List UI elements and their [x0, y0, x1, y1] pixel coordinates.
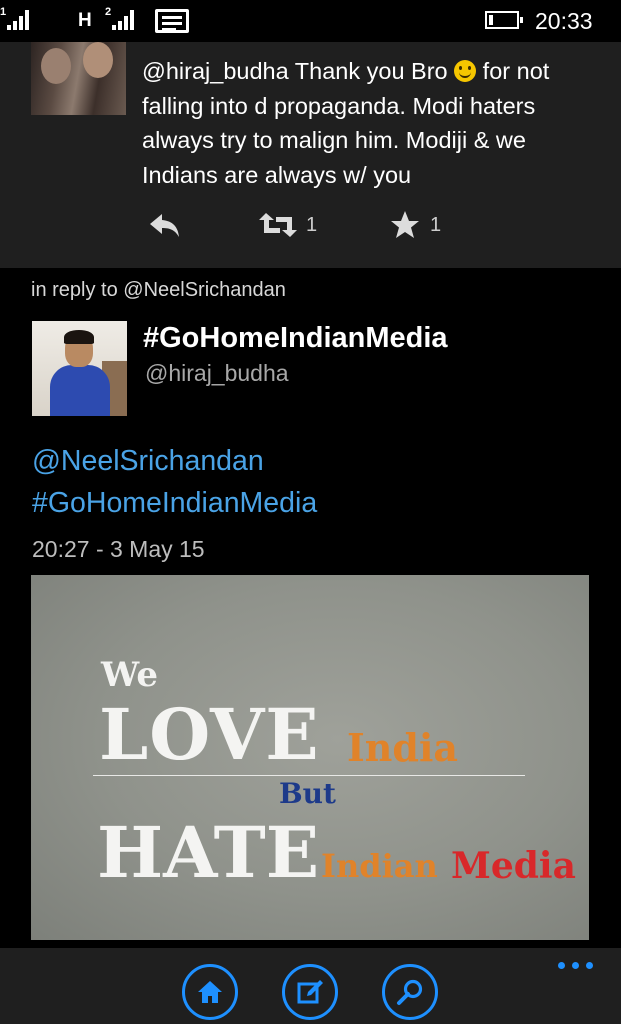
- reply-button[interactable]: [148, 210, 182, 244]
- compose-icon: [297, 980, 323, 1004]
- display-name[interactable]: #GoHomeIndianMedia: [143, 322, 448, 355]
- image-text: But: [279, 777, 336, 810]
- tweet-text: @hiraj_budha Thank you Bro for not falli…: [142, 54, 602, 192]
- favorite-count: 1: [430, 214, 442, 236]
- app-bar: [0, 948, 621, 1024]
- favorite-button[interactable]: 1: [390, 210, 441, 244]
- reply-icon: [150, 214, 179, 237]
- tweet-media-image[interactable]: We LOVE India But HATE Indian Media: [31, 575, 589, 940]
- search-button[interactable]: [382, 964, 438, 1020]
- status-bar: 1 H 2 20:33: [0, 0, 621, 42]
- smiley-emoji-icon: [454, 60, 477, 82]
- avatar[interactable]: [32, 321, 127, 416]
- home-icon: [198, 981, 222, 1003]
- hashtag-link[interactable]: #GoHomeIndianMedia: [32, 482, 317, 524]
- avatar[interactable]: [31, 42, 126, 115]
- retweet-count: 1: [306, 214, 318, 236]
- divider: [93, 775, 525, 776]
- sim1-label: 1: [0, 6, 7, 18]
- search-icon: [397, 979, 423, 1005]
- image-text: HATE: [97, 811, 320, 894]
- battery-icon: [485, 11, 523, 29]
- compose-button[interactable]: [282, 964, 338, 1020]
- user-handle[interactable]: @hiraj_budha: [145, 360, 289, 387]
- message-icon: [155, 9, 189, 33]
- retweet-icon: [259, 213, 297, 237]
- reply-context[interactable]: in reply to @NeelSrichandan: [31, 279, 286, 302]
- retweet-button[interactable]: 1: [258, 210, 317, 244]
- tweet-text-part: @hiraj_budha Thank you Bro: [142, 58, 455, 84]
- network-type: H: [78, 10, 92, 31]
- tweet-text: @NeelSrichandan #GoHomeIndianMedia: [32, 440, 317, 524]
- mention-link[interactable]: @NeelSrichandan: [32, 440, 317, 482]
- image-text: Indian: [321, 847, 438, 885]
- image-text: We: [101, 655, 159, 695]
- image-text: Media: [451, 845, 576, 887]
- star-icon: [391, 211, 419, 238]
- clock: 20:33: [535, 8, 593, 34]
- home-button[interactable]: [182, 964, 238, 1020]
- sim2-label: 2: [105, 6, 112, 18]
- image-text: LOVE: [99, 693, 320, 776]
- timestamp: 20:27 - 3 May 15: [32, 536, 205, 562]
- image-text: India: [347, 725, 459, 770]
- more-options-icon[interactable]: [558, 962, 598, 972]
- previous-tweet[interactable]: @hiraj_budha Thank you Bro for not falli…: [0, 42, 621, 268]
